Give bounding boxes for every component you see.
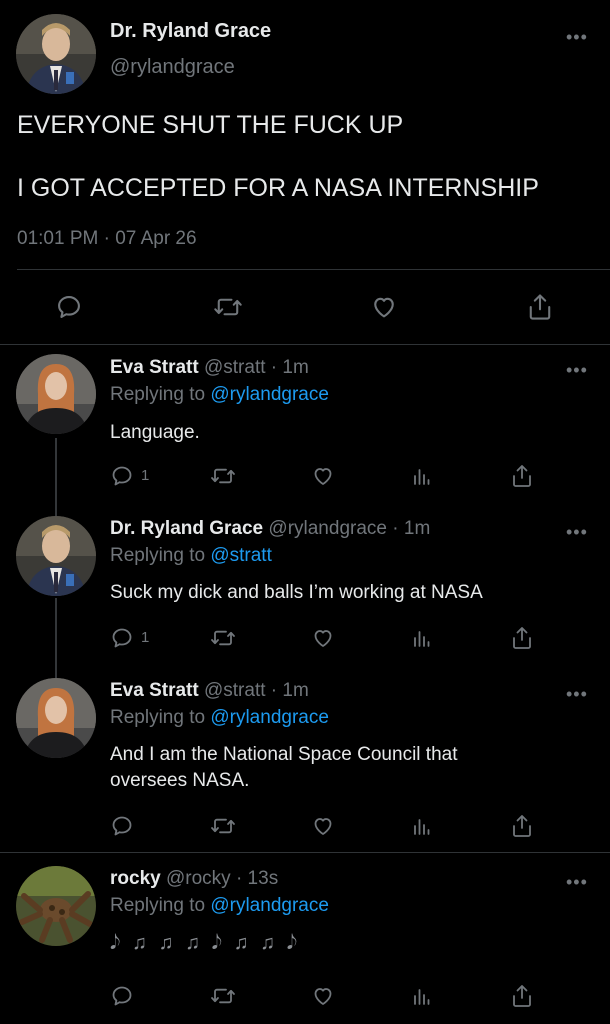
reply-time[interactable]: · 1m	[392, 518, 430, 539]
more-options-icon[interactable]: •••	[566, 28, 588, 46]
reply-icon[interactable]	[110, 984, 134, 1008]
share-icon[interactable]	[510, 983, 534, 1009]
reply-icon[interactable]	[110, 626, 134, 650]
divider	[17, 269, 610, 270]
retweet-icon[interactable]	[210, 814, 236, 838]
handle[interactable]: @rylandgrace	[110, 56, 235, 79]
tweet-text-line-2: I GOT ACCEPTED FOR A NASA INTERNSHIP	[17, 174, 539, 202]
analytics-icon[interactable]	[410, 984, 434, 1008]
reply-header: Eva Stratt @stratt · 1m	[110, 680, 309, 702]
display-name[interactable]: rocky	[110, 868, 161, 889]
reply-text: Suck my dick and balls I’m working at NA…	[110, 582, 483, 603]
replying-to-prefix: Replying to	[110, 707, 206, 728]
analytics-icon[interactable]	[410, 626, 434, 650]
replying-to-link[interactable]: @rylandgrace	[210, 707, 329, 728]
replying-to: Replying to @stratt	[110, 545, 272, 567]
like-icon[interactable]	[310, 626, 336, 650]
replying-to: Replying to @rylandgrace	[110, 895, 329, 917]
replying-to-prefix: Replying to	[110, 895, 206, 916]
replying-to-link[interactable]: @rylandgrace	[210, 895, 329, 916]
avatar-rocky[interactable]	[16, 866, 96, 946]
reply-icon[interactable]	[110, 814, 134, 838]
tweet-timestamp[interactable]: 01:01 PM · 07 Apr 26	[17, 228, 197, 250]
avatar-eva-stratt[interactable]	[16, 678, 96, 758]
handle[interactable]: @stratt	[204, 680, 266, 701]
more-options-icon[interactable]: •••	[566, 873, 588, 891]
replying-to: Replying to @rylandgrace	[110, 384, 329, 406]
like-icon[interactable]	[310, 814, 336, 838]
reply-text-line-2: oversees NASA.	[110, 770, 250, 791]
reply-header: Dr. Ryland Grace @rylandgrace · 1m	[110, 518, 430, 540]
music-notes-text: 𝅘𝅥𝅮 ♫ ♫ ♫ 𝅘𝅥𝅮 ♫ ♫ 𝅘𝅥𝅮	[110, 932, 301, 954]
replying-to-prefix: Replying to	[110, 545, 206, 566]
reply-time[interactable]: · 1m	[271, 680, 309, 701]
retweet-icon[interactable]	[210, 464, 236, 488]
reply-count: 1	[141, 467, 150, 484]
retweet-icon[interactable]	[210, 626, 236, 650]
handle[interactable]: @rocky	[166, 868, 231, 889]
more-options-icon[interactable]: •••	[566, 361, 588, 379]
avatar-ryland-grace[interactable]	[16, 14, 96, 94]
replying-to-link[interactable]: @stratt	[210, 545, 272, 566]
handle[interactable]: @rylandgrace	[268, 518, 387, 539]
display-name[interactable]: Dr. Ryland Grace	[110, 20, 271, 43]
thread-line	[55, 598, 57, 680]
replying-to-link[interactable]: @rylandgrace	[210, 384, 329, 405]
reply-count: 1	[141, 629, 150, 646]
share-icon[interactable]	[510, 813, 534, 839]
avatar-eva-stratt[interactable]	[16, 354, 96, 434]
reply-header: rocky @rocky · 13s	[110, 868, 278, 890]
share-icon[interactable]	[510, 625, 534, 651]
replying-to: Replying to @rylandgrace	[110, 707, 329, 729]
reply-icon[interactable]	[55, 293, 83, 321]
reply-time[interactable]: · 13s	[236, 868, 278, 889]
more-options-icon[interactable]: •••	[566, 685, 588, 703]
display-name[interactable]: Eva Stratt	[110, 357, 199, 378]
display-name[interactable]: Eva Stratt	[110, 680, 199, 701]
reply-text: Language.	[110, 422, 200, 443]
reply-text-line-1: And I am the National Space Council that	[110, 744, 458, 765]
like-icon[interactable]	[310, 984, 336, 1008]
display-name[interactable]: Dr. Ryland Grace	[110, 518, 263, 539]
reply-icon[interactable]	[110, 464, 134, 488]
share-icon[interactable]	[510, 463, 534, 489]
retweet-icon[interactable]	[213, 293, 243, 321]
divider	[0, 852, 610, 853]
tweet-text-line-1: EVERYONE SHUT THE FUCK UP	[17, 111, 404, 139]
handle[interactable]: @stratt	[204, 357, 266, 378]
like-icon[interactable]	[369, 293, 399, 321]
avatar-ryland-grace[interactable]	[16, 516, 96, 596]
divider	[0, 344, 610, 345]
like-icon[interactable]	[310, 464, 336, 488]
reply-header: Eva Stratt @stratt · 1m	[110, 357, 309, 379]
more-options-icon[interactable]: •••	[566, 523, 588, 541]
analytics-icon[interactable]	[410, 814, 434, 838]
share-icon[interactable]	[526, 292, 554, 322]
reply-time[interactable]: · 1m	[271, 357, 309, 378]
analytics-icon[interactable]	[410, 464, 434, 488]
replying-to-prefix: Replying to	[110, 384, 206, 405]
retweet-icon[interactable]	[210, 984, 236, 1008]
thread-line	[55, 438, 57, 518]
